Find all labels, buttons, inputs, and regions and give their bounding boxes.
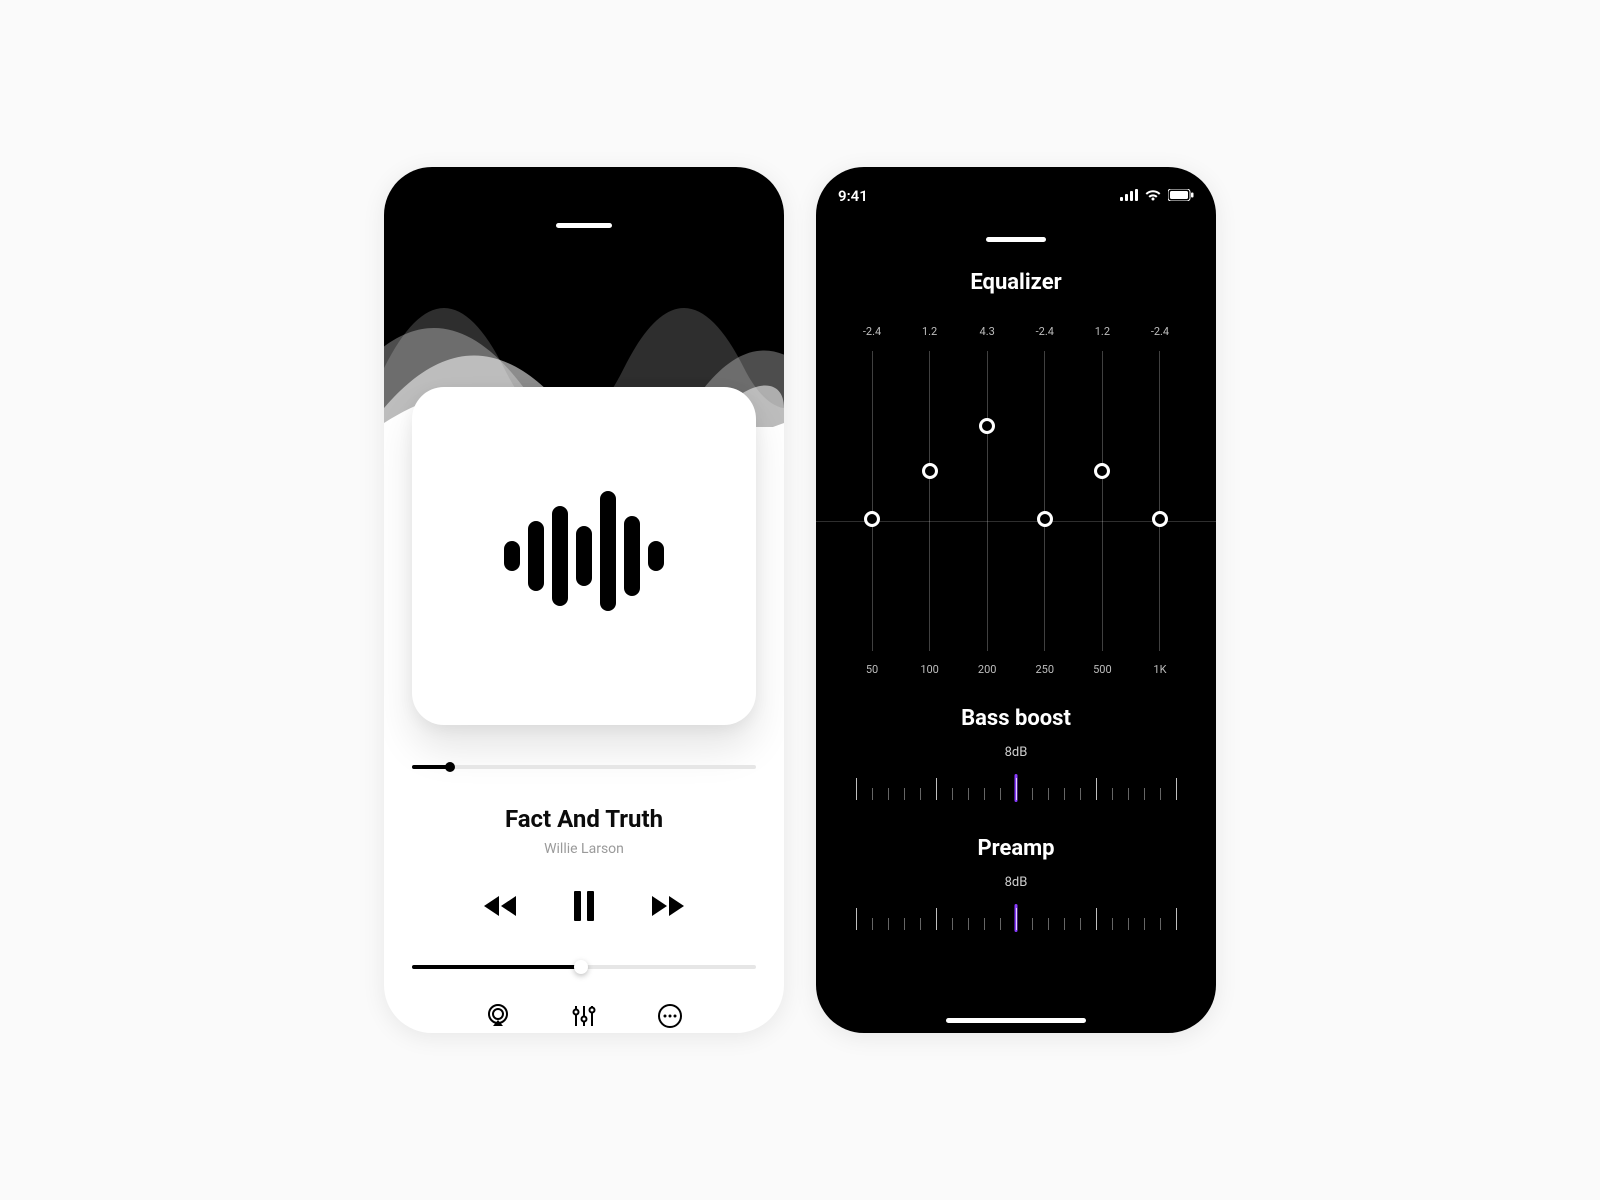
bass-boost-value: 8dB — [816, 745, 1216, 760]
preamp-title: Preamp — [816, 836, 1216, 861]
audio-wave-icon — [504, 486, 664, 626]
drag-handle[interactable] — [986, 237, 1046, 242]
preamp-slider[interactable] — [856, 902, 1176, 936]
eq-band[interactable]: -2.4 1K — [1140, 325, 1180, 676]
home-indicator[interactable] — [946, 1018, 1086, 1023]
eq-band-value: -2.4 — [863, 325, 881, 341]
bass-boost-slider[interactable] — [856, 772, 1176, 806]
track-artist: Willie Larson — [544, 841, 624, 857]
preamp-value: 8dB — [816, 875, 1216, 890]
eq-band-freq: 100 — [920, 663, 939, 676]
eq-band-value: -2.4 — [1036, 325, 1054, 341]
eq-band-value: 4.3 — [980, 325, 995, 341]
eq-band-handle[interactable] — [1094, 463, 1110, 479]
equalizer-screen: 9:41 Equalizer -2.4501.21004.3200-2.4250… — [816, 167, 1216, 1033]
eq-band-handle[interactable] — [864, 511, 880, 527]
pause-button[interactable] — [572, 891, 596, 921]
eq-band-freq: 250 — [1036, 663, 1055, 676]
equalizer-title: Equalizer — [816, 270, 1216, 295]
album-artwork — [412, 387, 756, 725]
airplay-icon[interactable] — [485, 1003, 511, 1033]
eq-band-value: -2.4 — [1151, 325, 1169, 341]
eq-band-handle[interactable] — [1152, 511, 1168, 527]
rewind-button[interactable] — [482, 894, 518, 918]
more-icon[interactable] — [657, 1003, 683, 1033]
eq-band-value: 1.2 — [1095, 325, 1110, 341]
eq-band[interactable]: 1.2 500 — [1082, 325, 1122, 676]
player-screen: Fact And Truth Willie Larson — [384, 167, 784, 1033]
playback-controls — [482, 891, 686, 921]
eq-band-freq: 1K — [1153, 663, 1166, 676]
eq-bands: -2.4 50 1.2 100 4.3 200 -2.4 250 1.2 500 -2.4 1K — [816, 325, 1216, 676]
eq-band-freq: 200 — [978, 663, 997, 676]
eq-band[interactable]: -2.4 50 — [852, 325, 892, 676]
eq-band[interactable]: 4.3 200 — [967, 325, 1007, 676]
playback-progress[interactable] — [412, 765, 756, 769]
forward-button[interactable] — [650, 894, 686, 918]
equalizer-icon[interactable] — [571, 1003, 597, 1033]
eq-band[interactable]: 1.2 100 — [910, 325, 950, 676]
volume-slider[interactable] — [412, 965, 756, 969]
eq-band[interactable]: -2.4 250 — [1025, 325, 1065, 676]
eq-band-freq: 500 — [1093, 663, 1112, 676]
bass-boost-title: Bass boost — [816, 706, 1216, 731]
eq-band-handle[interactable] — [1037, 511, 1053, 527]
eq-band-freq: 50 — [866, 663, 878, 676]
eq-band-handle[interactable] — [979, 418, 995, 434]
track-title: Fact And Truth — [505, 805, 663, 833]
eq-band-handle[interactable] — [922, 463, 938, 479]
eq-band-value: 1.2 — [922, 325, 937, 341]
